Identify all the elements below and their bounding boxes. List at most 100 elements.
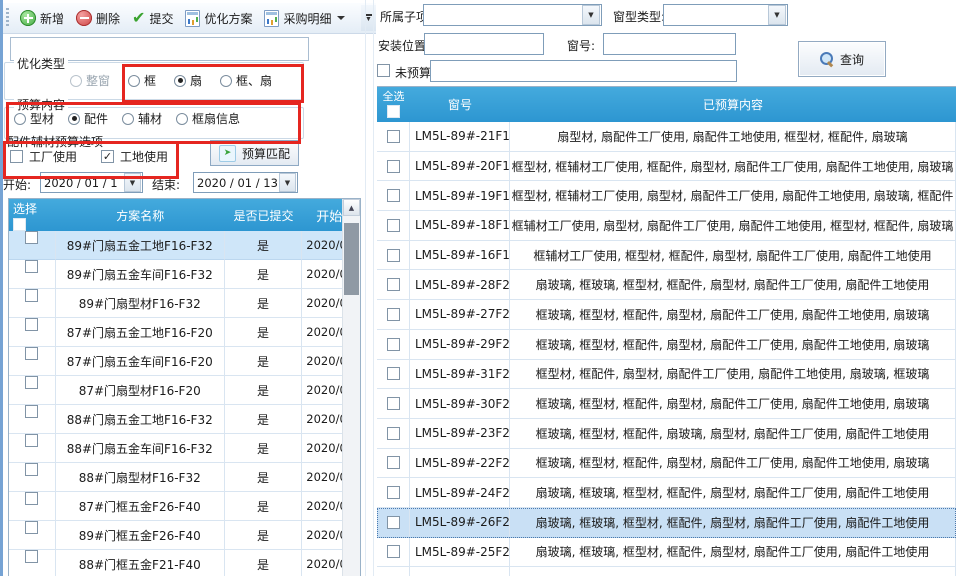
no-budget-input[interactable] <box>430 60 737 82</box>
window-type-combo[interactable]: ▼ <box>663 4 788 26</box>
budget-table-row[interactable]: LM5L-89#-30F28框玻璃, 框型材, 框配件, 扇型材, 扇配件工厂使… <box>377 389 956 419</box>
radio-option-optimize-type[interactable]: 扇 <box>174 72 202 89</box>
budget-table-row[interactable]: LM5L-89#-27F25框玻璃, 框型材, 框配件, 扇型材, 扇配件工厂使… <box>377 300 956 330</box>
radio-option-budget-content[interactable]: 辅材 <box>122 110 162 127</box>
plan-table-row[interactable]: 87#门扇五金车间F16-F20是2020/0 <box>9 347 360 376</box>
window-no-cell[interactable]: LM5L-89#-26F24 <box>410 508 510 538</box>
row-checkbox[interactable] <box>387 308 400 321</box>
row-checkbox[interactable] <box>25 260 38 273</box>
row-checkbox[interactable] <box>25 463 38 476</box>
row-checkbox[interactable] <box>387 456 400 469</box>
budget-table-row[interactable]: LM5L-89#-18F16框辅材工厂使用, 扇型材, 扇配件工厂使用, 扇配件… <box>377 211 956 241</box>
sub-item-combo[interactable]: ▼ <box>423 4 602 26</box>
plan-name-cell[interactable]: 87#门扇五金工地F16-F20 <box>56 318 225 347</box>
purchase-detail-button[interactable]: 采购明细 <box>258 7 351 30</box>
radio-option-budget-content[interactable]: 框扇信息 <box>176 110 240 127</box>
budget-table-row[interactable]: LM5L-89#-22F20框玻璃, 框型材, 框配件, 扇型材, 扇配件工厂使… <box>377 449 956 479</box>
window-no-cell[interactable]: LM5L-89#-23F21 <box>410 419 510 449</box>
scroll-up-icon[interactable]: ▲ <box>343 199 360 216</box>
row-checkbox[interactable] <box>25 318 38 331</box>
radio-icon[interactable] <box>68 113 80 125</box>
window-no-cell[interactable]: LM5L-89#-21F19 <box>410 122 510 152</box>
window-no-column-header[interactable]: 窗号 <box>410 87 510 122</box>
budget-table-row[interactable]: LM5L-89#-25F23扇玻璃, 框玻璃, 框型材, 框配件, 扇型材, 扇… <box>377 538 956 568</box>
usage-checkbox-option[interactable]: ✓工地使用 <box>101 148 168 165</box>
row-checkbox[interactable] <box>25 434 38 447</box>
radio-option-budget-content[interactable]: 配件 <box>68 110 108 127</box>
budget-table-row[interactable]: LM5L-89#-16F15框辅材工厂使用, 框型材, 框配件, 扇型材, 扇配… <box>377 241 956 271</box>
window-no-cell[interactable]: LM5L-89#-24F22 <box>410 478 510 508</box>
plan-table-row[interactable]: 88#门扇五金车间F16-F32是2020/0 <box>9 434 360 463</box>
checkbox-icon[interactable]: ✓ <box>101 150 114 163</box>
plan-name-cell[interactable]: 88#门扇五金工地F16-F32 <box>56 405 225 434</box>
radio-icon[interactable] <box>176 113 188 125</box>
row-checkbox[interactable] <box>387 427 400 440</box>
plan-name-cell[interactable]: 87#门框五金F26-F40 <box>56 492 225 521</box>
window-no-cell[interactable]: LM5L-89#-30F28 <box>410 389 510 419</box>
plan-table-scrollbar[interactable]: ▲ <box>342 199 360 576</box>
budget-table-row[interactable]: LM5L-89#-23F21框玻璃, 框型材, 框配件, 扇玻璃, 扇型材, 扇… <box>377 419 956 449</box>
plan-name-cell[interactable]: 89#门框五金F26-F40 <box>56 521 225 550</box>
radio-icon[interactable] <box>174 75 186 87</box>
window-no-input[interactable] <box>603 33 736 55</box>
budget-table-row[interactable]: LM5L-89#-21F19扇型材, 扇配件工厂使用, 扇配件工地使用, 框型材… <box>377 122 956 152</box>
budget-table-row[interactable]: LM5L-89#-20F18框型材, 框辅材工厂使用, 框配件, 扇型材, 扇配… <box>377 152 956 182</box>
plan-name-cell[interactable]: 88#门扇型材F16-F32 <box>56 463 225 492</box>
plan-table-row[interactable]: 88#门框五金F21-F40是2020/0 <box>9 550 360 576</box>
row-checkbox[interactable] <box>387 189 400 202</box>
row-checkbox[interactable] <box>387 397 400 410</box>
radio-icon[interactable] <box>220 75 232 87</box>
budget-table-row[interactable]: LM5L-89#-24F22扇玻璃, 框玻璃, 框型材, 框配件, 扇型材, 扇… <box>377 478 956 508</box>
plan-table-row[interactable]: 89#门扇五金工地F16-F32是2020/0 <box>9 231 360 260</box>
install-position-input[interactable] <box>424 33 544 55</box>
start-date-dropdown-icon[interactable]: ▼ <box>124 173 141 192</box>
start-date-picker[interactable]: 2020 / 01 / 1 ▼ <box>40 172 143 193</box>
window-no-cell[interactable]: LM5L-89#-20F18 <box>410 152 510 182</box>
window-no-cell[interactable]: LM5L-89#-25F23 <box>410 538 510 568</box>
usage-checkbox-option[interactable]: 工厂使用 <box>10 148 77 165</box>
budgeted-column-header[interactable]: 已预算内容 <box>510 87 956 122</box>
budget-table-row[interactable]: LM5L-89#-26F24扇玻璃, 框玻璃, 框型材, 框配件, 扇型材, 扇… <box>377 508 956 538</box>
row-checkbox[interactable] <box>25 550 38 563</box>
window-no-cell[interactable]: LM5L-89#-19F17 <box>410 181 510 211</box>
plan-table-row[interactable]: 87#门扇型材F16-F20是2020/0 <box>9 376 360 405</box>
plan-name-cell[interactable]: 88#门框五金F21-F40 <box>56 550 225 576</box>
budget-match-button[interactable]: ➤ 预算匹配 <box>210 140 299 166</box>
plan-name-cell[interactable]: 89#门扇五金车间F16-F32 <box>56 260 225 289</box>
plan-table-row[interactable]: 89#门扇五金车间F16-F32是2020/0 <box>9 260 360 289</box>
row-checkbox[interactable] <box>387 516 400 529</box>
plan-name-cell[interactable]: 88#门扇五金车间F16-F32 <box>56 434 225 463</box>
window-type-dropdown-icon[interactable]: ▼ <box>768 5 786 25</box>
no-budget-checkbox[interactable] <box>377 64 390 77</box>
optimize-plan-button[interactable]: 优化方案 <box>179 7 258 30</box>
row-checkbox[interactable] <box>387 249 400 262</box>
row-checkbox[interactable] <box>387 219 400 232</box>
plan-table-row[interactable]: 88#门扇五金工地F16-F32是2020/0 <box>9 405 360 434</box>
row-checkbox[interactable] <box>387 545 400 558</box>
plan-table-row[interactable]: 87#门框五金F26-F40是2020/0 <box>9 492 360 521</box>
plan-table-row[interactable]: 89#门扇型材F16-F32是2020/0 <box>9 289 360 318</box>
end-date-picker[interactable]: 2020 / 01 / 13 ▼ <box>193 172 298 193</box>
window-no-cell[interactable]: LM5L-89#-27F25 <box>410 300 510 330</box>
row-checkbox[interactable] <box>25 289 38 302</box>
budget-table-row[interactable]: LM5L-89#-28F26扇玻璃, 框玻璃, 框型材, 框配件, 扇型材, 扇… <box>377 270 956 300</box>
window-no-cell[interactable]: LM5L-89#-31F29 <box>410 360 510 390</box>
window-no-cell[interactable]: LM5L-89#-22F20 <box>410 449 510 479</box>
plan-name-column-header[interactable]: 方案名称 <box>56 199 225 231</box>
row-checkbox[interactable] <box>25 231 38 244</box>
row-checkbox[interactable] <box>25 405 38 418</box>
row-checkbox[interactable] <box>387 160 400 173</box>
query-button[interactable]: 查询 <box>798 41 886 77</box>
select-all-checkbox[interactable] <box>387 105 400 118</box>
window-no-cell[interactable]: LM5L-89#-16F15 <box>410 241 510 271</box>
plan-name-cell[interactable]: 89#门扇型材F16-F32 <box>56 289 225 318</box>
budget-table-row[interactable]: LM5L-89#-29F27框玻璃, 框型材, 框配件, 扇型材, 扇配件工厂使… <box>377 330 956 360</box>
row-checkbox[interactable] <box>25 492 38 505</box>
budget-table-row[interactable]: LM5L-89#-19F17框型材, 框辅材工厂使用, 扇型材, 扇配件工厂使用… <box>377 181 956 211</box>
radio-option-optimize-type[interactable]: 框、扇 <box>220 72 272 89</box>
plan-table-row[interactable]: 89#门框五金F26-F40是2020/0 <box>9 521 360 550</box>
row-checkbox[interactable] <box>387 338 400 351</box>
window-no-cell[interactable]: LM5L-89#-29F27 <box>410 330 510 360</box>
row-checkbox[interactable] <box>387 367 400 380</box>
row-checkbox[interactable] <box>25 376 38 389</box>
